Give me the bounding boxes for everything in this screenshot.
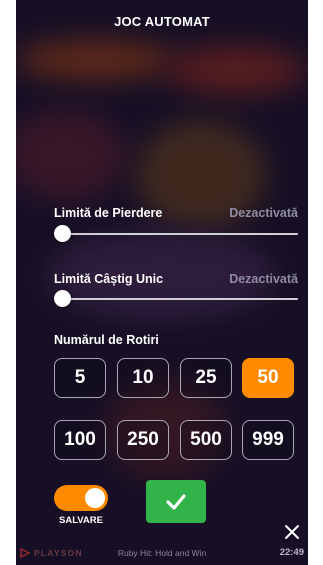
spins-option-10[interactable]: 10	[117, 358, 169, 398]
save-toggle-knob	[85, 488, 105, 508]
single-win-limit-value: Dezactivată	[229, 272, 298, 286]
single-win-limit-slider-handle[interactable]	[54, 290, 71, 307]
spins-option-25[interactable]: 25	[180, 358, 232, 398]
loss-limit-slider-handle[interactable]	[54, 225, 71, 242]
loss-limit-slider[interactable]	[60, 233, 298, 235]
checkmark-icon	[166, 493, 186, 510]
spins-label: Numărul de Rotiri	[54, 333, 159, 347]
loss-limit-value: Dezactivată	[229, 206, 298, 220]
spins-option-999[interactable]: 999	[242, 420, 294, 460]
single-win-limit-slider[interactable]	[60, 298, 298, 300]
game-name: Ruby Hit: Hold and Win	[117, 548, 207, 558]
game-screen: JOC AUTOMAT Limită de Pierdere Dezactiva…	[16, 0, 308, 565]
spins-option-500[interactable]: 500	[180, 420, 232, 460]
spins-options: 5 10 25 50 100 250 500 999	[54, 358, 299, 460]
save-toggle[interactable]	[54, 485, 108, 511]
spins-option-100[interactable]: 100	[54, 420, 106, 460]
save-toggle-label: SALVARE	[59, 515, 103, 526]
modal-title: JOC AUTOMAT	[114, 14, 210, 29]
clock: 22:49	[279, 547, 304, 558]
loss-limit-label: Limită de Pierdere	[54, 206, 163, 220]
spins-option-50[interactable]: 50	[242, 358, 294, 398]
spins-option-5[interactable]: 5	[54, 358, 106, 398]
confirm-button[interactable]	[146, 480, 206, 523]
single-win-limit-label: Limită Câștig Unic	[54, 272, 164, 286]
close-icon[interactable]	[282, 524, 302, 544]
spins-option-250[interactable]: 250	[117, 420, 169, 460]
